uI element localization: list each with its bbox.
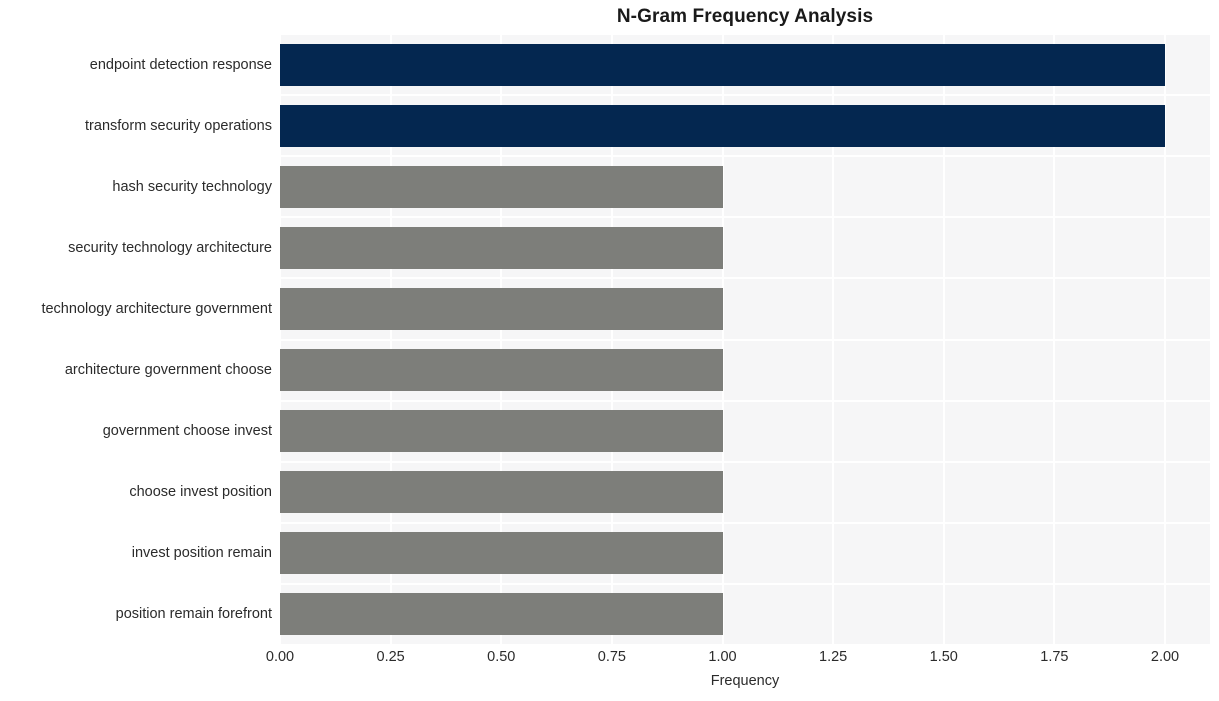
x-tick-label: 0.50 xyxy=(487,649,516,665)
chart-figure: N-Gram Frequency Analysis endpoint detec… xyxy=(0,0,1219,701)
gridline-horizontal xyxy=(280,644,1210,645)
bar xyxy=(280,593,723,635)
gridline-horizontal xyxy=(280,461,1210,463)
y-tick-label: architecture government choose xyxy=(64,362,272,378)
x-tick-label: 1.75 xyxy=(1040,649,1069,665)
gridline-horizontal xyxy=(280,522,1210,524)
bar xyxy=(280,105,1165,147)
x-tick-label: 0.25 xyxy=(376,649,405,665)
bar xyxy=(280,410,723,452)
x-tick-label: 1.25 xyxy=(819,649,848,665)
x-tick-label: 1.00 xyxy=(708,649,737,665)
y-axis-tick-labels: endpoint detection response transform sec… xyxy=(0,34,280,645)
y-tick-label: technology architecture government xyxy=(41,301,272,317)
gridline-horizontal xyxy=(280,277,1210,279)
y-tick-label: transform security operations xyxy=(85,118,272,134)
bar xyxy=(280,288,723,330)
bar xyxy=(280,349,723,391)
x-tick-label: 0.75 xyxy=(597,649,626,665)
gridline-horizontal xyxy=(280,339,1210,341)
y-tick-label: security technology architecture xyxy=(68,240,272,256)
bar xyxy=(280,166,723,208)
bar xyxy=(280,471,723,513)
gridline-horizontal xyxy=(280,155,1210,157)
plot-area xyxy=(280,34,1210,645)
y-tick-label: invest position remain xyxy=(131,545,272,561)
bar xyxy=(280,227,723,269)
y-tick-label: endpoint detection response xyxy=(89,57,272,73)
bar xyxy=(280,532,723,574)
gridline-horizontal xyxy=(280,400,1210,402)
y-tick-label: choose invest position xyxy=(129,484,272,500)
y-tick-label: government choose invest xyxy=(102,423,272,439)
bar xyxy=(280,44,1165,86)
x-tick-label: 0.00 xyxy=(265,649,295,665)
chart-title: N-Gram Frequency Analysis xyxy=(616,6,874,27)
x-axis-label: Frequency xyxy=(710,673,780,689)
gridline-horizontal xyxy=(280,216,1210,218)
x-tick-label: 1.50 xyxy=(929,649,958,665)
gridline-horizontal xyxy=(280,94,1210,96)
x-tick-label: 2.00 xyxy=(1150,649,1180,665)
gridline-horizontal xyxy=(280,583,1210,585)
y-tick-label: position remain forefront xyxy=(115,606,272,622)
y-tick-label: hash security technology xyxy=(112,179,272,195)
gridline-horizontal xyxy=(280,34,1210,35)
x-axis-tick-labels: 0.00 0.25 0.50 0.75 1.00 1.25 1.50 1.75 2.00 xyxy=(0,648,1219,672)
